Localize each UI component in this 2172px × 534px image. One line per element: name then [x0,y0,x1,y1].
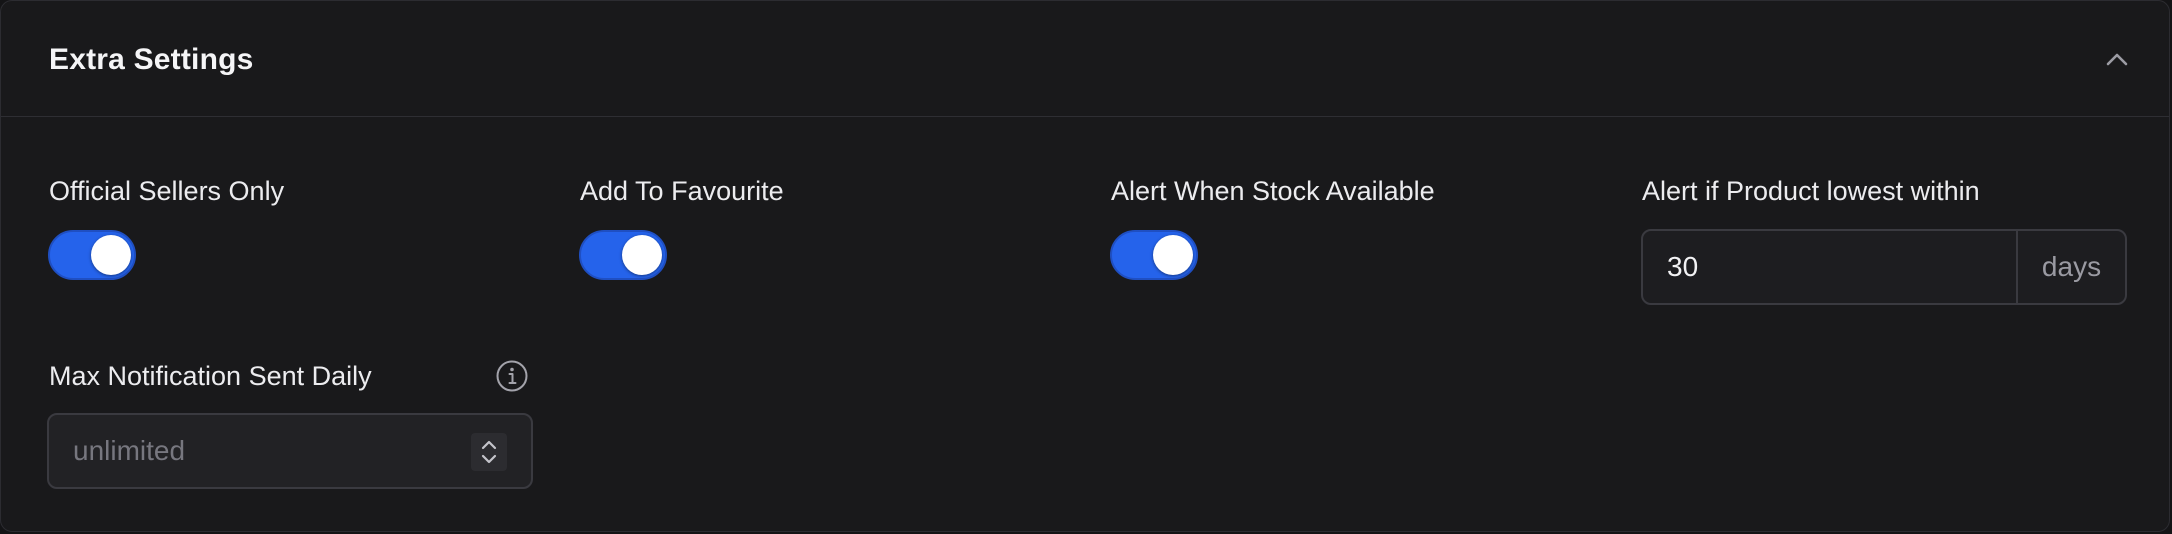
toggle-knob [622,235,662,275]
chevron-up-down-icon [481,440,497,464]
official-sellers-label: Official Sellers Only [49,176,285,206]
chevron-up-icon [2106,53,2128,66]
panel-title: Extra Settings [49,43,254,76]
info-icon-graphic [496,360,528,392]
panel-header[interactable]: Extra Settings [1,1,2169,117]
official-sellers-toggle[interactable] [48,230,136,280]
stock-alert-toggle[interactable] [1110,230,1198,280]
collapse-button[interactable] [2099,41,2135,77]
days-suffix: days [2041,251,2102,282]
stock-alert-label: Alert When Stock Available [1111,176,1435,206]
lowest-within-label: Alert if Product lowest within [1642,176,1980,206]
add-favourite-label: Add To Favourite [580,176,784,206]
info-icon[interactable] [495,359,529,393]
max-notifications-label: Max Notification Sent Daily [49,361,372,391]
extra-settings-panel: Extra Settings Official Sellers Only Add… [0,0,2170,532]
lowest-within-input-group[interactable]: 30 days [1641,229,2127,305]
number-stepper[interactable] [471,433,507,471]
max-notifications-placeholder: unlimited [73,435,186,466]
lowest-within-input[interactable]: 30 [1667,231,1698,303]
max-notifications-input[interactable]: unlimited [47,413,533,489]
toggle-knob [91,235,131,275]
add-favourite-toggle[interactable] [579,230,667,280]
toggle-knob [1153,235,1193,275]
